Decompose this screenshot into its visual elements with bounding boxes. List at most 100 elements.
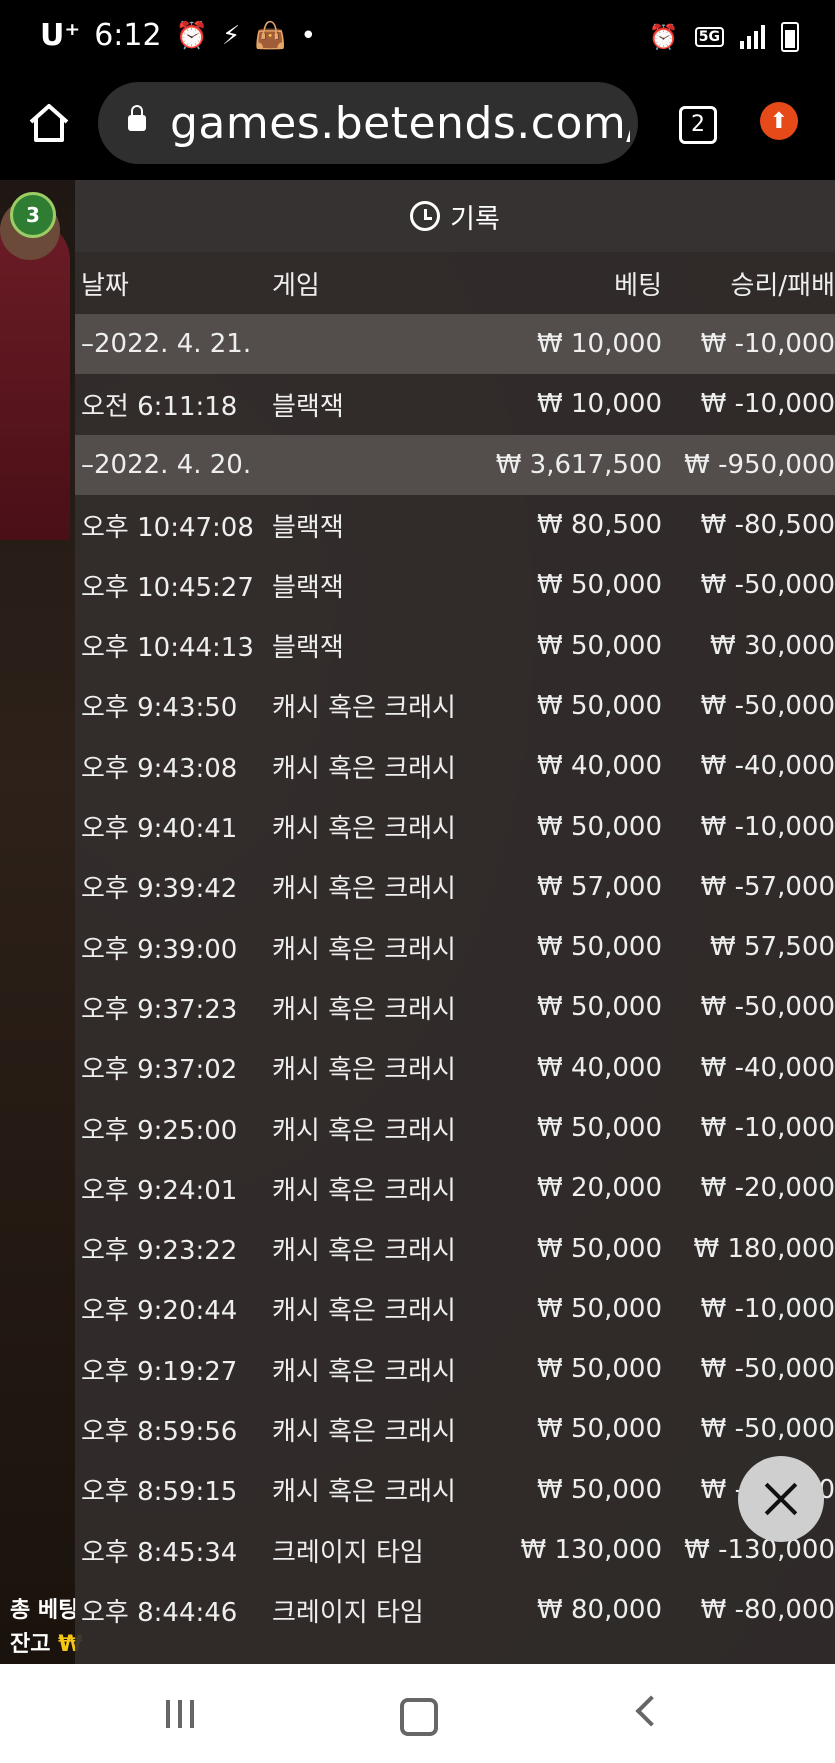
cell-bet: ₩ 130,000 (520, 1535, 663, 1566)
cell-result: ₩ -10,000 (700, 811, 835, 842)
cell-bet: ₩ 50,000 (537, 630, 662, 661)
table-row[interactable]: 오후 8:59:56 캐시 혹은 크래시 ₩ 50,000 ₩ -50,000 (75, 1399, 835, 1459)
panel-header: 기록 (75, 180, 835, 252)
live-video-strip (0, 180, 75, 1664)
header-bet: 베팅 (614, 270, 662, 301)
cell-result: ₩ -50,000 (700, 1414, 835, 1445)
cell-date: 오후 9:19:27 (81, 1356, 238, 1387)
cell-result: ₩ -80,000 (700, 1595, 835, 1626)
lock-icon (128, 105, 146, 131)
table-row[interactable]: 오후 9:37:23 캐시 혹은 크래시 ₩ 50,000 ₩ -50,000 (75, 977, 835, 1037)
cell-bet: ₩ 50,000 (537, 1293, 662, 1324)
cell-date: 오후 8:44:46 (81, 1597, 238, 1628)
cell-date: 오후 8:59:15 (81, 1477, 238, 1508)
cell-result: ₩ -10,000 (700, 1113, 835, 1143)
table-row[interactable]: 오후 10:45:27 블랙잭 ₩ 50,000 ₩ -50,000 (75, 555, 835, 615)
table-row[interactable]: 오후 8:45:34 크레이지 타임 ₩ 130,000 ₩ -130,000 (75, 1520, 835, 1580)
recent-apps-button[interactable] (166, 1700, 194, 1728)
table-row[interactable]: 오전 6:11:18 블랙잭 ₩ 10,000 ₩ -10,000 (75, 374, 835, 434)
table-row[interactable]: 오후 9:24:01 캐시 혹은 크래시 ₩ 20,000 ₩ -20,000 (75, 1158, 835, 1218)
cell-date: –2022. 4. 21. (81, 329, 252, 360)
table-row[interactable]: 오후 8:59:15캐시 혹은 크래시₩ 50,000₩ -50,000 (75, 1460, 835, 1520)
status-bar: U⁺ 6:12 ⏰ ⚡ 👜 • ⏰ 5G (0, 0, 835, 80)
cell-date: 오전 6:11:18 (81, 391, 238, 422)
cell-bet: ₩ 80,500 (537, 510, 662, 541)
cell-bet: ₩ 50,000 (537, 992, 662, 1023)
date-group-row[interactable]: –2022. 4. 21. ₩ 10,000 ₩ -10,000 (75, 314, 835, 375)
cell-date: 오후 9:37:02 (81, 1055, 238, 1086)
header-date: 날짜 (81, 270, 129, 301)
alarm-status-icon: ⏰ (648, 23, 679, 51)
cell-result: ₩ -20,000 (700, 1173, 835, 1204)
cell-result: ₩ -40,000 (700, 1052, 835, 1083)
status-time: 6:12 (94, 18, 162, 53)
home-button[interactable] (400, 1698, 438, 1736)
cell-game: 캐시 혹은 크래시 (272, 934, 456, 965)
cell-game: 크레이지 타임 (272, 1537, 424, 1568)
cell-date: 오후 9:40:41 (81, 814, 238, 845)
history-icon (410, 201, 441, 231)
url-text: games.betends.com/ (170, 97, 630, 149)
table-row[interactable]: 오후 9:23:22 캐시 혹은 크래시 ₩ 50,000 ₩ 180,000 (75, 1218, 835, 1278)
table-row[interactable]: 오후 9:40:41 캐시 혹은 크래시 ₩ 50,000 ₩ -10,000 (75, 796, 835, 856)
cell-game: 캐시 혹은 크래시 (272, 874, 456, 905)
carrier-label: U⁺ (40, 18, 81, 53)
date-group-row[interactable]: –2022. 4. 20. ₩ 3,617,500 ₩ -950,000 (75, 434, 835, 495)
cell-game: 캐시 혹은 크래시 (272, 693, 456, 724)
table-row[interactable]: 오후 9:39:00 캐시 혹은 크래시 ₩ 50,000 ₩ 57,500 (75, 917, 835, 977)
home-icon[interactable] (26, 100, 72, 146)
cell-game: 캐시 혹은 크래시 (272, 1416, 456, 1447)
system-nav-bar (0, 1664, 835, 1763)
header-win-loss: 승리/패배 (730, 270, 835, 301)
cell-result: ₩ 180,000 (693, 1233, 835, 1264)
cell-result: ₩ -50,000 (700, 992, 835, 1023)
cell-result: ₩ 57,500 (710, 932, 835, 963)
table-row[interactable]: 오후 9:37:02 캐시 혹은 크래시 ₩ 40,000 ₩ -40,000 (75, 1038, 835, 1098)
history-panel: 기록 날짜 게임 베팅 승리/패배 –2022. 4. 21. ₩ 10,000 ₩… (75, 180, 835, 1664)
cell-game: 캐시 혹은 크래시 (272, 814, 456, 845)
browser-toolbar: games.betends.com/ 2 ⬆ (0, 80, 835, 180)
alarm-icon: ⏰ (175, 20, 208, 51)
tab-switcher-button[interactable]: 2 (679, 106, 717, 144)
cell-game: 캐시 혹은 크래시 (272, 1296, 456, 1327)
cell-date: 오후 9:43:08 (81, 753, 238, 784)
header-game: 게임 (272, 270, 320, 301)
cell-bet: ₩ 50,000 (537, 932, 662, 963)
cell-result: ₩ -50,000 (700, 1354, 835, 1385)
cell-bet: ₩ 50,000 (537, 1233, 662, 1264)
address-bar[interactable]: games.betends.com/ (98, 82, 638, 164)
battery-icon (781, 22, 799, 52)
flash-icon: ⚡ (221, 20, 241, 51)
cell-result: ₩ -80,500 (700, 510, 835, 541)
cell-game: 캐시 혹은 크래시 (272, 753, 456, 784)
table-row[interactable]: 오후 10:47:08 블랙잭 ₩ 80,500 ₩ -80,500 (75, 495, 835, 555)
network-type-icon: 5G (694, 27, 724, 47)
cell-bet: ₩ 80,000 (537, 1595, 662, 1626)
table-row[interactable]: 오후 9:20:44 캐시 혹은 크래시 ₩ 50,000 ₩ -10,000 (75, 1279, 835, 1339)
cell-bet: ₩ 10,000 (537, 329, 662, 360)
cell-bet: ₩ 50,000 (537, 1474, 662, 1505)
close-button[interactable] (738, 1456, 824, 1542)
total-bet-label: 총 베팅 (10, 1598, 79, 1623)
cell-date: –2022. 4. 20. (81, 449, 252, 480)
table-row[interactable]: 오후 9:43:08 캐시 혹은 크래시 ₩ 40,000 ₩ -40,000 (75, 736, 835, 796)
notification-dot-icon: • (300, 20, 316, 51)
table-row[interactable]: 오후 8:44:46 크레이지 타임 ₩ 80,000 ₩ -80,000 (75, 1580, 835, 1640)
cell-bet: ₩ 20,000 (537, 1173, 662, 1204)
table-row[interactable]: 오후 10:44:13 블랙잭 ₩ 50,000 ₩ 30,000 (75, 615, 835, 675)
signal-icon (740, 25, 765, 49)
shopping-bag-icon: 👜 (254, 20, 287, 51)
cell-game: 블랙잭 (272, 391, 344, 422)
cell-date: 오후 9:24:01 (81, 1175, 238, 1206)
back-button[interactable] (635, 1695, 667, 1727)
cell-game: 캐시 혹은 크래시 (272, 1055, 456, 1086)
table-row[interactable]: 오후 9:19:27 캐시 혹은 크래시 ₩ 50,000 ₩ -50,000 (75, 1339, 835, 1399)
cell-date: 오후 10:44:13 (81, 633, 254, 664)
table-row[interactable]: 오후 9:25:00 캐시 혹은 크래시 ₩ 50,000 ₩ -10,000 (75, 1098, 835, 1158)
update-arrow-icon[interactable]: ⬆ (760, 102, 798, 140)
table-row[interactable]: 오후 9:43:50 캐시 혹은 크래시 ₩ 50,000 ₩ -50,000 (75, 676, 835, 736)
table-row[interactable]: 오후 9:39:42 캐시 혹은 크래시 ₩ 57,000 ₩ -57,000 (75, 857, 835, 917)
cell-result: ₩ -10,000 (700, 329, 835, 360)
cell-game: 캐시 혹은 크래시 (272, 1477, 456, 1508)
bet-balance-info: 총 베팅 잔고 ₩ (10, 1594, 82, 1662)
